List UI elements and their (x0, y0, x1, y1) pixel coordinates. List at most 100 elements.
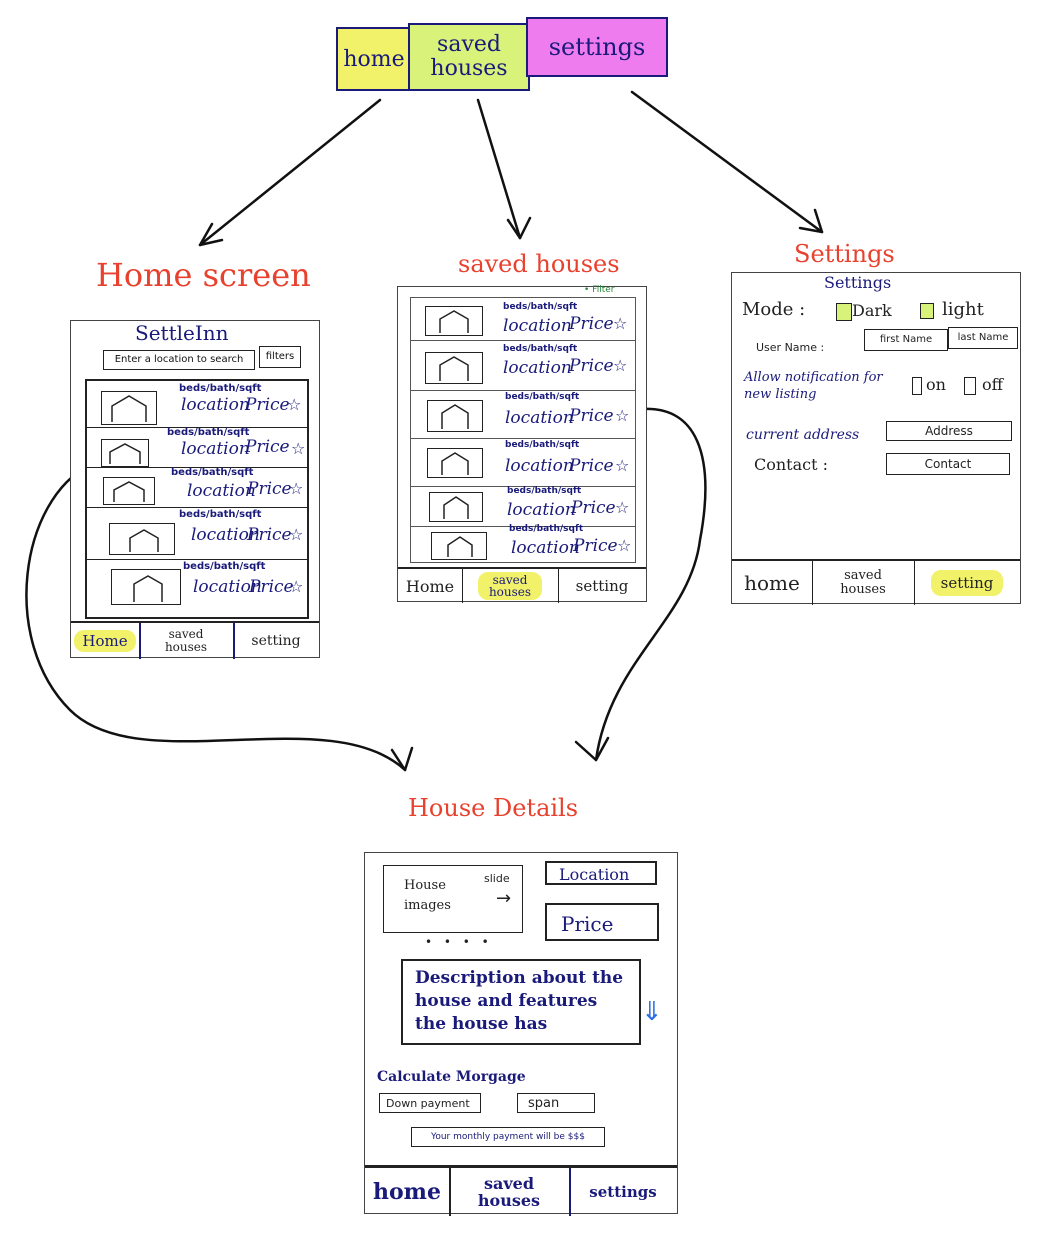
house-image-carousel[interactable]: House images slide → (383, 865, 523, 933)
tab-home-label: Home (74, 630, 136, 652)
house-thumbnail (103, 477, 155, 505)
house-icon (441, 404, 469, 429)
notification-on-checkbox[interactable] (912, 377, 922, 395)
favorite-star-icon[interactable]: ☆ (615, 498, 629, 517)
tab-saved[interactable]: saved houses (462, 569, 559, 603)
favorite-star-icon[interactable]: ☆ (289, 577, 303, 596)
tab-home[interactable]: Home (398, 569, 463, 603)
listing-meta: beds/bath/sqft (505, 440, 580, 450)
listing-meta: beds/bath/sqft (503, 302, 578, 312)
list-item[interactable]: beds/bath/sqft location Price ☆ (411, 298, 635, 341)
settings-tabbar: home saved houses setting (732, 559, 1020, 605)
house-thumbnail (431, 532, 487, 560)
tab-setting[interactable]: setting (558, 569, 646, 603)
tab-home[interactable]: Home (71, 623, 141, 659)
listing-location: location (507, 500, 576, 520)
listing-location: location (503, 358, 572, 378)
saved-tabbar: Home saved houses setting (398, 567, 646, 603)
list-item[interactable]: beds/bath/sqft location Price ☆ (411, 438, 635, 487)
listing-location: location (511, 538, 580, 558)
notification-label: Allow notification for new listing (744, 370, 883, 402)
notification-off-checkbox[interactable] (964, 377, 976, 395)
title-settings: Settings (794, 240, 895, 268)
filters-button[interactable]: filters (259, 346, 301, 368)
down-payment-input[interactable]: Down payment (379, 1093, 481, 1113)
tab-saved[interactable]: saved houses (812, 561, 915, 605)
span-input[interactable]: span (517, 1093, 595, 1113)
tab-settings[interactable]: settings (569, 1168, 677, 1216)
favorite-star-icon[interactable]: ☆ (289, 525, 303, 544)
favorite-star-icon[interactable]: ☆ (615, 456, 629, 475)
description-text: Description about the house and features… (415, 968, 624, 1034)
house-icon (111, 395, 147, 422)
settings-heading: Settings (824, 273, 892, 292)
light-mode-checkbox[interactable] (920, 303, 934, 319)
list-item[interactable]: beds/bath/sqft location Price ☆ (87, 381, 307, 428)
tab-setting-label: setting (575, 577, 629, 595)
listing-price: Price (249, 577, 294, 597)
list-item[interactable]: beds/bath/sqft location Price ☆ (411, 340, 635, 391)
saved-listing-list: beds/bath/sqft location Price ☆ beds/bat… (410, 297, 636, 563)
favorite-star-icon[interactable]: ☆ (289, 479, 303, 498)
dark-mode-checkbox[interactable] (836, 303, 852, 321)
last-name-field[interactable]: last Name (948, 327, 1018, 349)
contact-field[interactable]: Contact (886, 453, 1010, 475)
list-item[interactable]: beds/bath/sqft location Price ☆ (87, 427, 307, 468)
house-thumbnail (101, 391, 157, 425)
listing-meta: beds/bath/sqft (179, 383, 262, 394)
list-item[interactable]: beds/bath/sqft location Price ☆ (87, 467, 307, 508)
username-label: User Name : (756, 341, 825, 354)
slide-arrow-icon[interactable]: → (496, 888, 511, 909)
favorite-star-icon[interactable]: ☆ (613, 314, 627, 333)
listing-meta: beds/bath/sqft (171, 467, 254, 478)
listing-location: location (503, 316, 572, 336)
list-item[interactable]: beds/bath/sqft location Price ☆ (87, 507, 307, 560)
favorite-star-icon[interactable]: ☆ (615, 406, 629, 425)
address-field[interactable]: Address (886, 421, 1012, 441)
slide-label: slide (484, 872, 510, 885)
listing-price: Price (245, 437, 290, 457)
tab-saved[interactable]: saved houses (139, 623, 235, 659)
tab-setting-label: setting (930, 570, 1004, 596)
tab-home[interactable]: home (732, 561, 813, 605)
favorite-star-icon[interactable]: ☆ (613, 356, 627, 375)
filter-link[interactable]: • Filter (584, 285, 614, 295)
dark-mode-label: Dark (852, 301, 892, 320)
home-screen-frame: SettleInn Enter a location to search fil… (70, 320, 320, 659)
home-listing-list: beds/bath/sqft location Price ☆ beds/bat… (85, 379, 309, 619)
listing-meta: beds/bath/sqft (503, 344, 578, 354)
tab-saved[interactable]: saved houses (449, 1168, 571, 1216)
listing-price: Price (569, 314, 614, 334)
carousel-dots[interactable]: • • • • (425, 935, 493, 949)
listing-meta: beds/bath/sqft (509, 524, 584, 534)
tab-setting[interactable]: setting (233, 623, 319, 659)
tab-setting[interactable]: setting (914, 561, 1020, 605)
favorite-star-icon[interactable]: ☆ (291, 439, 305, 458)
list-item[interactable]: beds/bath/sqft location Price ☆ (411, 486, 635, 527)
house-icon (439, 356, 469, 381)
search-input[interactable]: Enter a location to search (103, 350, 255, 370)
arrow-to-home (198, 98, 382, 247)
tab-saved-label: saved houses (477, 1174, 541, 1210)
house-thumbnail (429, 492, 483, 522)
listing-price: Price (245, 395, 290, 415)
favorite-star-icon[interactable]: ☆ (287, 395, 301, 414)
listing-meta: beds/bath/sqft (179, 509, 262, 520)
house-thumbnail (425, 306, 483, 336)
first-name-field[interactable]: first Name (864, 329, 948, 351)
list-item[interactable]: beds/bath/sqft location Price ☆ (87, 559, 307, 615)
scroll-down-icon[interactable]: ⇓ (641, 997, 663, 1027)
details-screen-frame: House images slide → • • • • Location Pr… (364, 852, 678, 1216)
list-item[interactable]: beds/bath/sqft location Price ☆ (411, 390, 635, 439)
details-tabbar: home saved houses settings (365, 1165, 677, 1216)
listing-location: location (505, 408, 574, 428)
list-item[interactable]: beds/bath/sqft location Price ☆ (411, 524, 635, 562)
house-thumbnail (111, 569, 181, 605)
house-thumbnail (427, 400, 483, 432)
listing-price: Price (573, 536, 618, 556)
listing-meta: beds/bath/sqft (507, 486, 582, 496)
house-icon (109, 443, 141, 464)
arrow-to-saved (476, 98, 522, 240)
favorite-star-icon[interactable]: ☆ (617, 536, 631, 555)
tab-home[interactable]: home (365, 1168, 451, 1216)
